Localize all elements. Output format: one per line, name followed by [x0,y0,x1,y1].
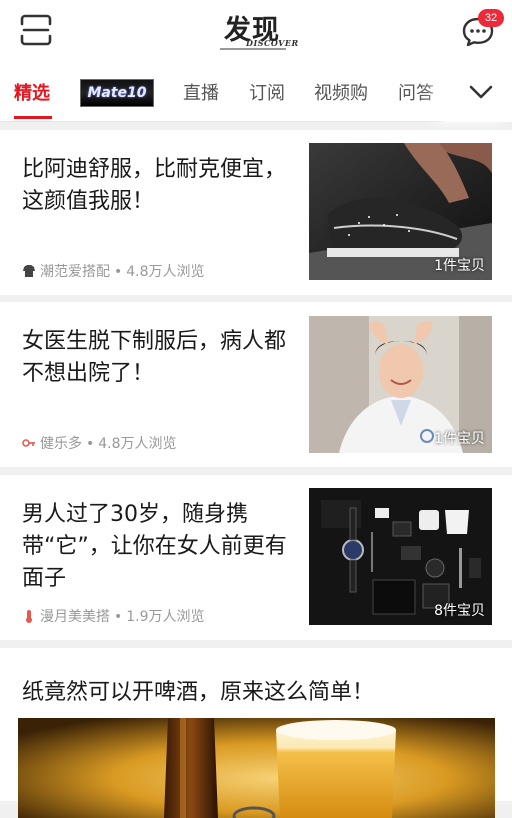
logo-underline [220,48,286,50]
item-count-label: 1件宝贝 [434,431,485,447]
message-count-badge: 32 [478,9,504,27]
feed-item-title: 男人过了30岁，随身携带“它”，让你在女人前更有面子 [22,502,287,591]
accessories-photo[interactable]: 8件宝贝 [309,488,492,625]
feed-item[interactable]: 纸竟然可以开啤酒，原来这么简单！ [0,648,512,818]
tab-mate10[interactable]: Mate10 [80,79,154,107]
doctor-photo[interactable]: 1件宝贝 [309,316,492,453]
tab-featured[interactable]: 精选 [14,82,50,106]
feed-item-meta: 潮范爱搭配 • 4.8万人浏览 [22,261,205,281]
beer-photo[interactable] [18,718,495,818]
thermometer-icon [22,609,36,623]
key-icon [22,436,36,450]
chevron-down-icon[interactable] [468,82,494,102]
feed-item-title: 女医生脱下制服后，病人都不想出院了！ [22,329,287,386]
feed-item-views: 1.9万人浏览 [126,609,205,625]
feed-item-meta: 健乐多 • 4.8万人浏览 [22,433,177,453]
active-tab-indicator [14,116,52,119]
tab-qa[interactable]: 问答 [398,82,434,106]
shirt-icon [22,264,36,278]
scan-icon[interactable] [18,12,54,48]
feed-item-title: 比阿迪舒服，比耐克便宜，这颜值我服！ [22,157,287,214]
feed-item[interactable]: 男人过了30岁，随身携带“它”，让你在女人前更有面子 漫月美美搭 • 1.9万人浏览… [0,475,512,640]
feed-item-views: 4.8万人浏览 [98,436,177,452]
feed-item-source[interactable]: 健乐多 [40,436,82,452]
discover-logo: 发现 DISCOVER [218,8,298,52]
feed-item[interactable]: 女医生脱下制服后，病人都不想出院了！ 健乐多 • 4.8万人浏览 1件宝贝 [0,302,512,467]
item-count-label: 8件宝贝 [434,603,485,619]
logo-sub-text: DISCOVER [246,38,299,48]
sneaker-photo[interactable]: 1件宝贝 [309,143,492,280]
mate10-logo-text: Mate10 [87,85,147,101]
top-header: 发现 DISCOVER 32 [0,0,512,62]
tab-video-shop[interactable]: 视频购 [314,82,368,106]
feed-item-source[interactable]: 漫月美美搭 [40,609,110,625]
feed-item[interactable]: 比阿迪舒服，比耐克便宜，这颜值我服！ 潮范爱搭配 • 4.8万人浏览 1件宝贝 [0,130,512,295]
feed-item-source[interactable]: 潮范爱搭配 [40,264,110,280]
feed-item-views: 4.8万人浏览 [126,264,205,280]
feed-item-meta: 漫月美美搭 • 1.9万人浏览 [22,606,205,626]
item-count-label: 1件宝贝 [434,258,485,274]
category-tabs: 精选 Mate10 直播 订阅 视频购 问答 [0,62,512,122]
feed-item-title: 纸竟然可以开啤酒，原来这么简单！ [22,680,375,705]
tab-subscribe[interactable]: 订阅 [249,82,285,106]
tab-live[interactable]: 直播 [183,82,219,106]
